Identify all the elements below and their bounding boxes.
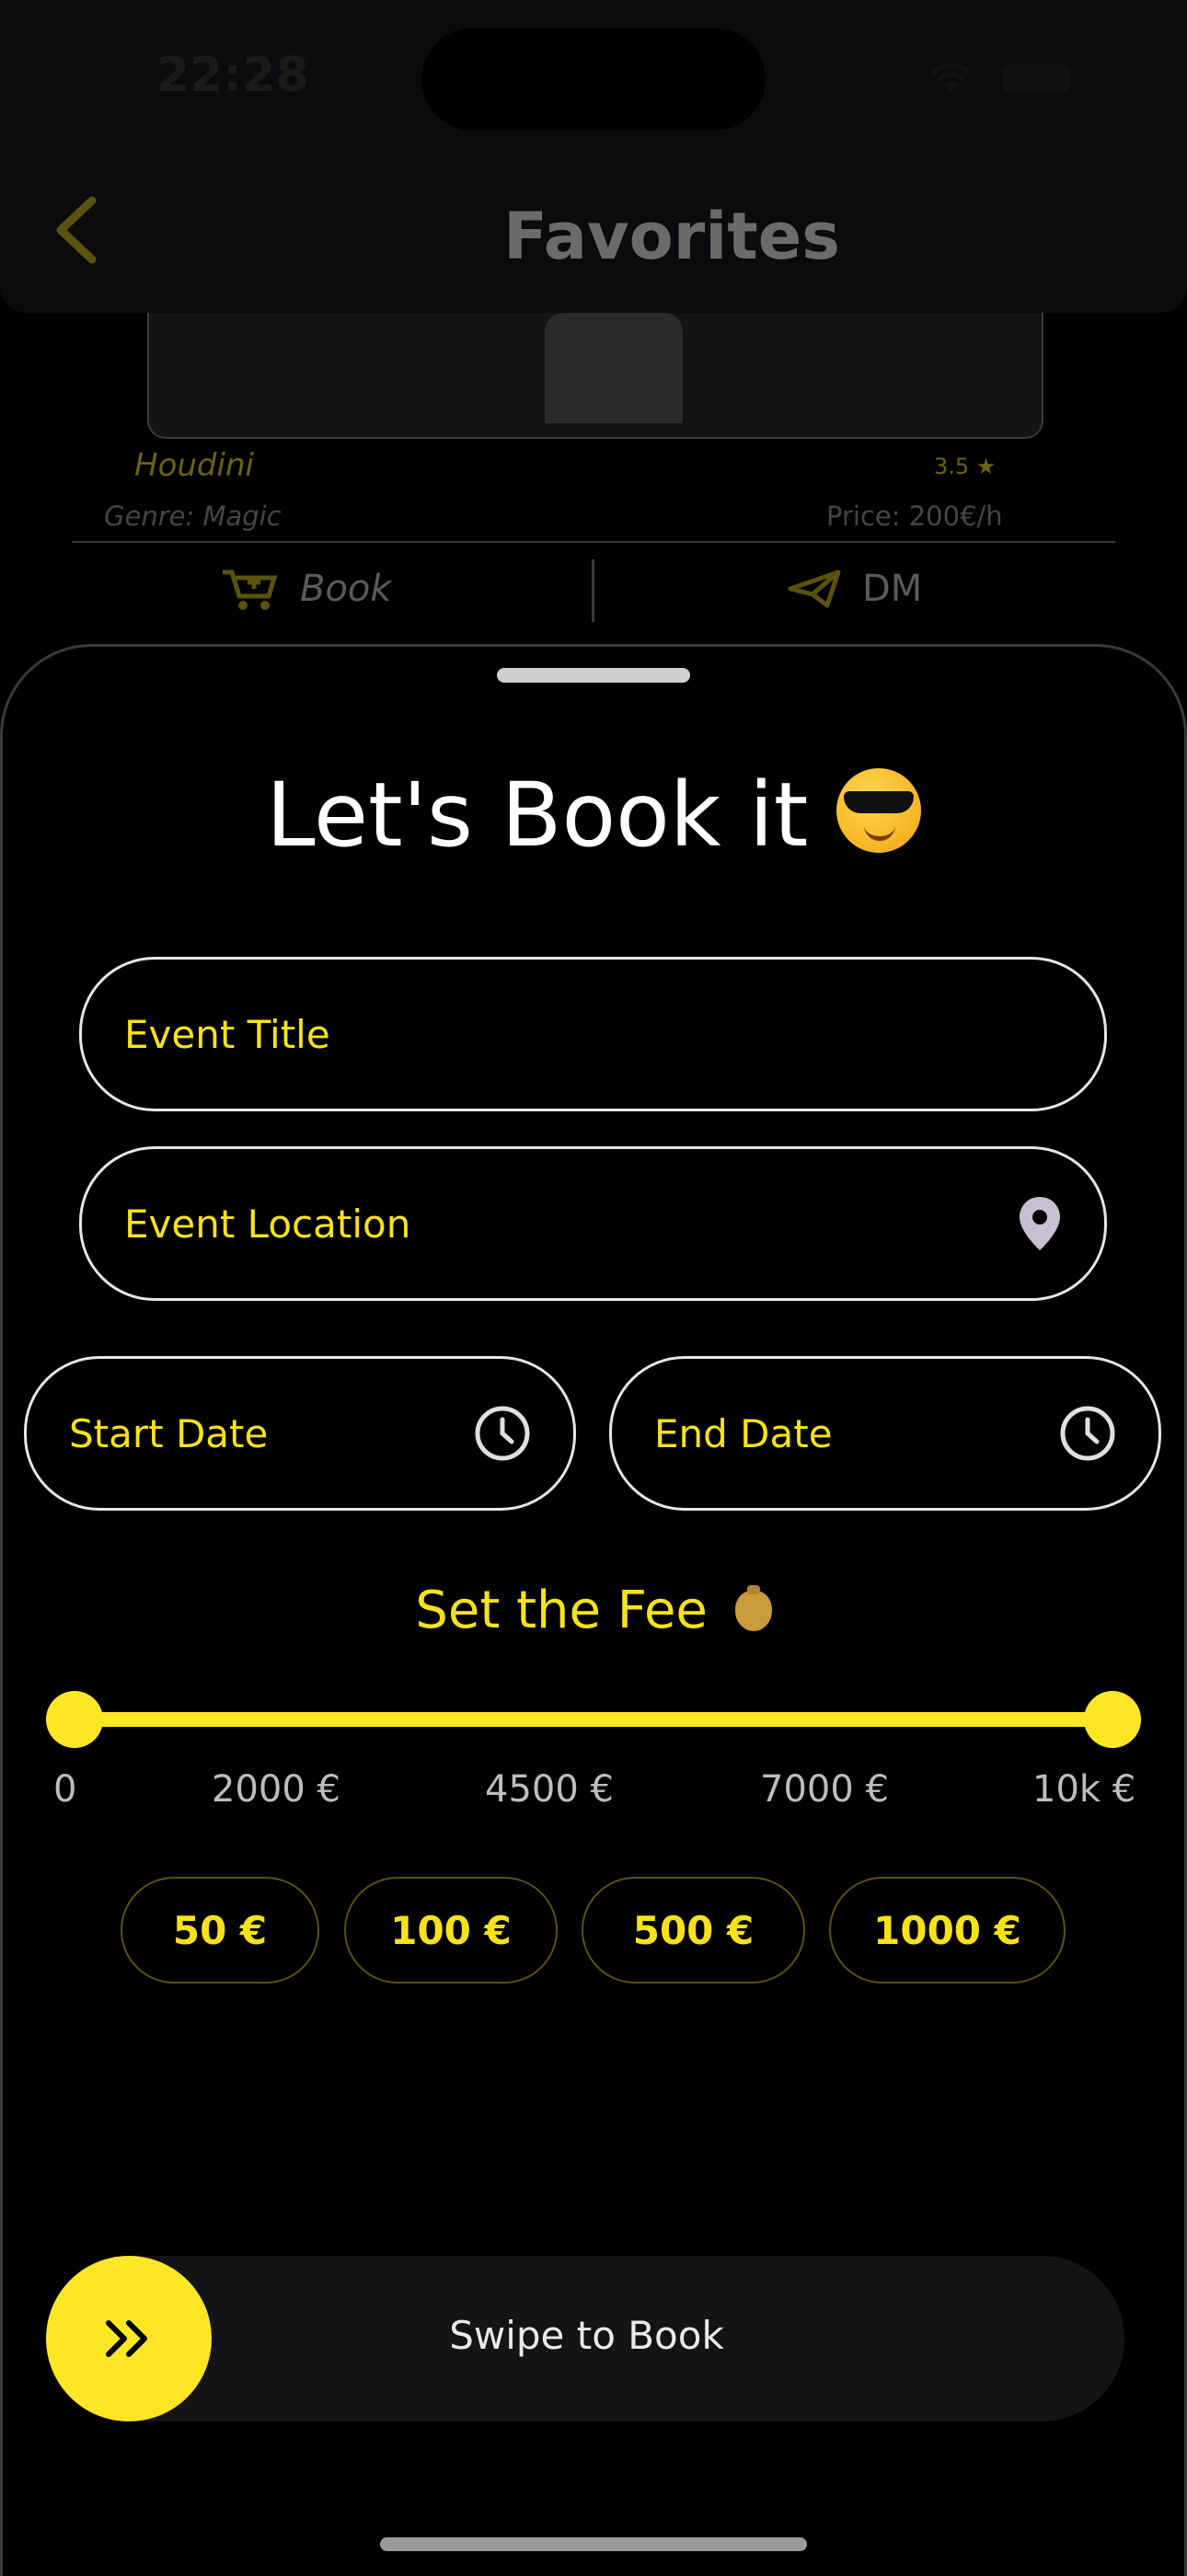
start-date-placeholder: Start Date bbox=[69, 1410, 269, 1456]
fee-min-thumb[interactable] bbox=[46, 1691, 103, 1748]
double-chevron-right-icon bbox=[106, 2320, 147, 2357]
sheet-title: Let's Book it bbox=[0, 764, 1187, 867]
swipe-label: Swipe to Book bbox=[449, 2313, 724, 2358]
dm-button-label: DM bbox=[862, 568, 923, 610]
performer-image bbox=[147, 313, 1043, 439]
quick-fee-chip[interactable]: 100 € bbox=[344, 1877, 558, 1984]
battery-icon bbox=[1003, 64, 1071, 92]
performer-name: Houdini bbox=[134, 447, 254, 484]
event-title-field[interactable]: Event Title bbox=[79, 957, 1107, 1111]
sheet-title-text: Let's Book it bbox=[266, 764, 809, 867]
start-date-field[interactable]: Start Date bbox=[24, 1356, 576, 1511]
book-button[interactable]: Book bbox=[221, 561, 392, 616]
end-date-placeholder: End Date bbox=[654, 1410, 833, 1456]
quick-fee-chip[interactable]: 500 € bbox=[582, 1877, 805, 1984]
page-title: Favorites bbox=[503, 199, 840, 274]
fee-tick: 10k € bbox=[1032, 1768, 1136, 1811]
swipe-knob[interactable] bbox=[46, 2256, 212, 2421]
fee-label: Set the Fee bbox=[0, 1581, 1187, 1640]
sheet-grabber[interactable] bbox=[497, 668, 690, 683]
performer-photo bbox=[545, 313, 683, 423]
book-button-label: Book bbox=[300, 568, 392, 610]
fee-tick: 2000 € bbox=[212, 1768, 340, 1811]
divider bbox=[592, 559, 594, 622]
wifi-icon bbox=[930, 63, 973, 92]
dynamic-island bbox=[421, 28, 766, 131]
event-title-placeholder: Event Title bbox=[124, 1011, 330, 1057]
quick-fee-chip[interactable]: 50 € bbox=[121, 1877, 319, 1984]
performer-price: Price: 200€/h bbox=[826, 500, 1003, 532]
divider bbox=[72, 541, 1115, 543]
fee-range-track[interactable] bbox=[72, 1712, 1115, 1727]
clock-icon[interactable] bbox=[1059, 1405, 1116, 1462]
fee-tick: 4500 € bbox=[485, 1768, 614, 1811]
fee-max-thumb[interactable] bbox=[1084, 1691, 1141, 1748]
event-location-placeholder: Event Location bbox=[124, 1201, 411, 1247]
event-location-field[interactable]: Event Location bbox=[79, 1146, 1107, 1301]
performer-genre: Genre: Magic bbox=[104, 500, 282, 532]
performer-rating: 3.5 ★ bbox=[934, 454, 997, 479]
fee-tick: 7000 € bbox=[760, 1768, 889, 1811]
end-date-field[interactable]: End Date bbox=[609, 1356, 1161, 1511]
money-bag-emoji bbox=[734, 1585, 772, 1631]
dm-button[interactable]: DM bbox=[787, 561, 922, 616]
quick-fee-chip[interactable]: 1000 € bbox=[829, 1877, 1066, 1984]
clock-icon[interactable] bbox=[474, 1405, 531, 1462]
sunglasses-emoji bbox=[836, 768, 921, 853]
paper-plane-icon bbox=[788, 569, 841, 608]
fee-label-text: Set the Fee bbox=[415, 1581, 708, 1640]
home-indicator bbox=[380, 2537, 807, 2551]
fee-tick: 0 bbox=[53, 1768, 77, 1811]
cart-icon bbox=[223, 569, 278, 610]
location-pin-icon[interactable] bbox=[1018, 1195, 1062, 1252]
status-time: 22:28 bbox=[156, 48, 309, 103]
